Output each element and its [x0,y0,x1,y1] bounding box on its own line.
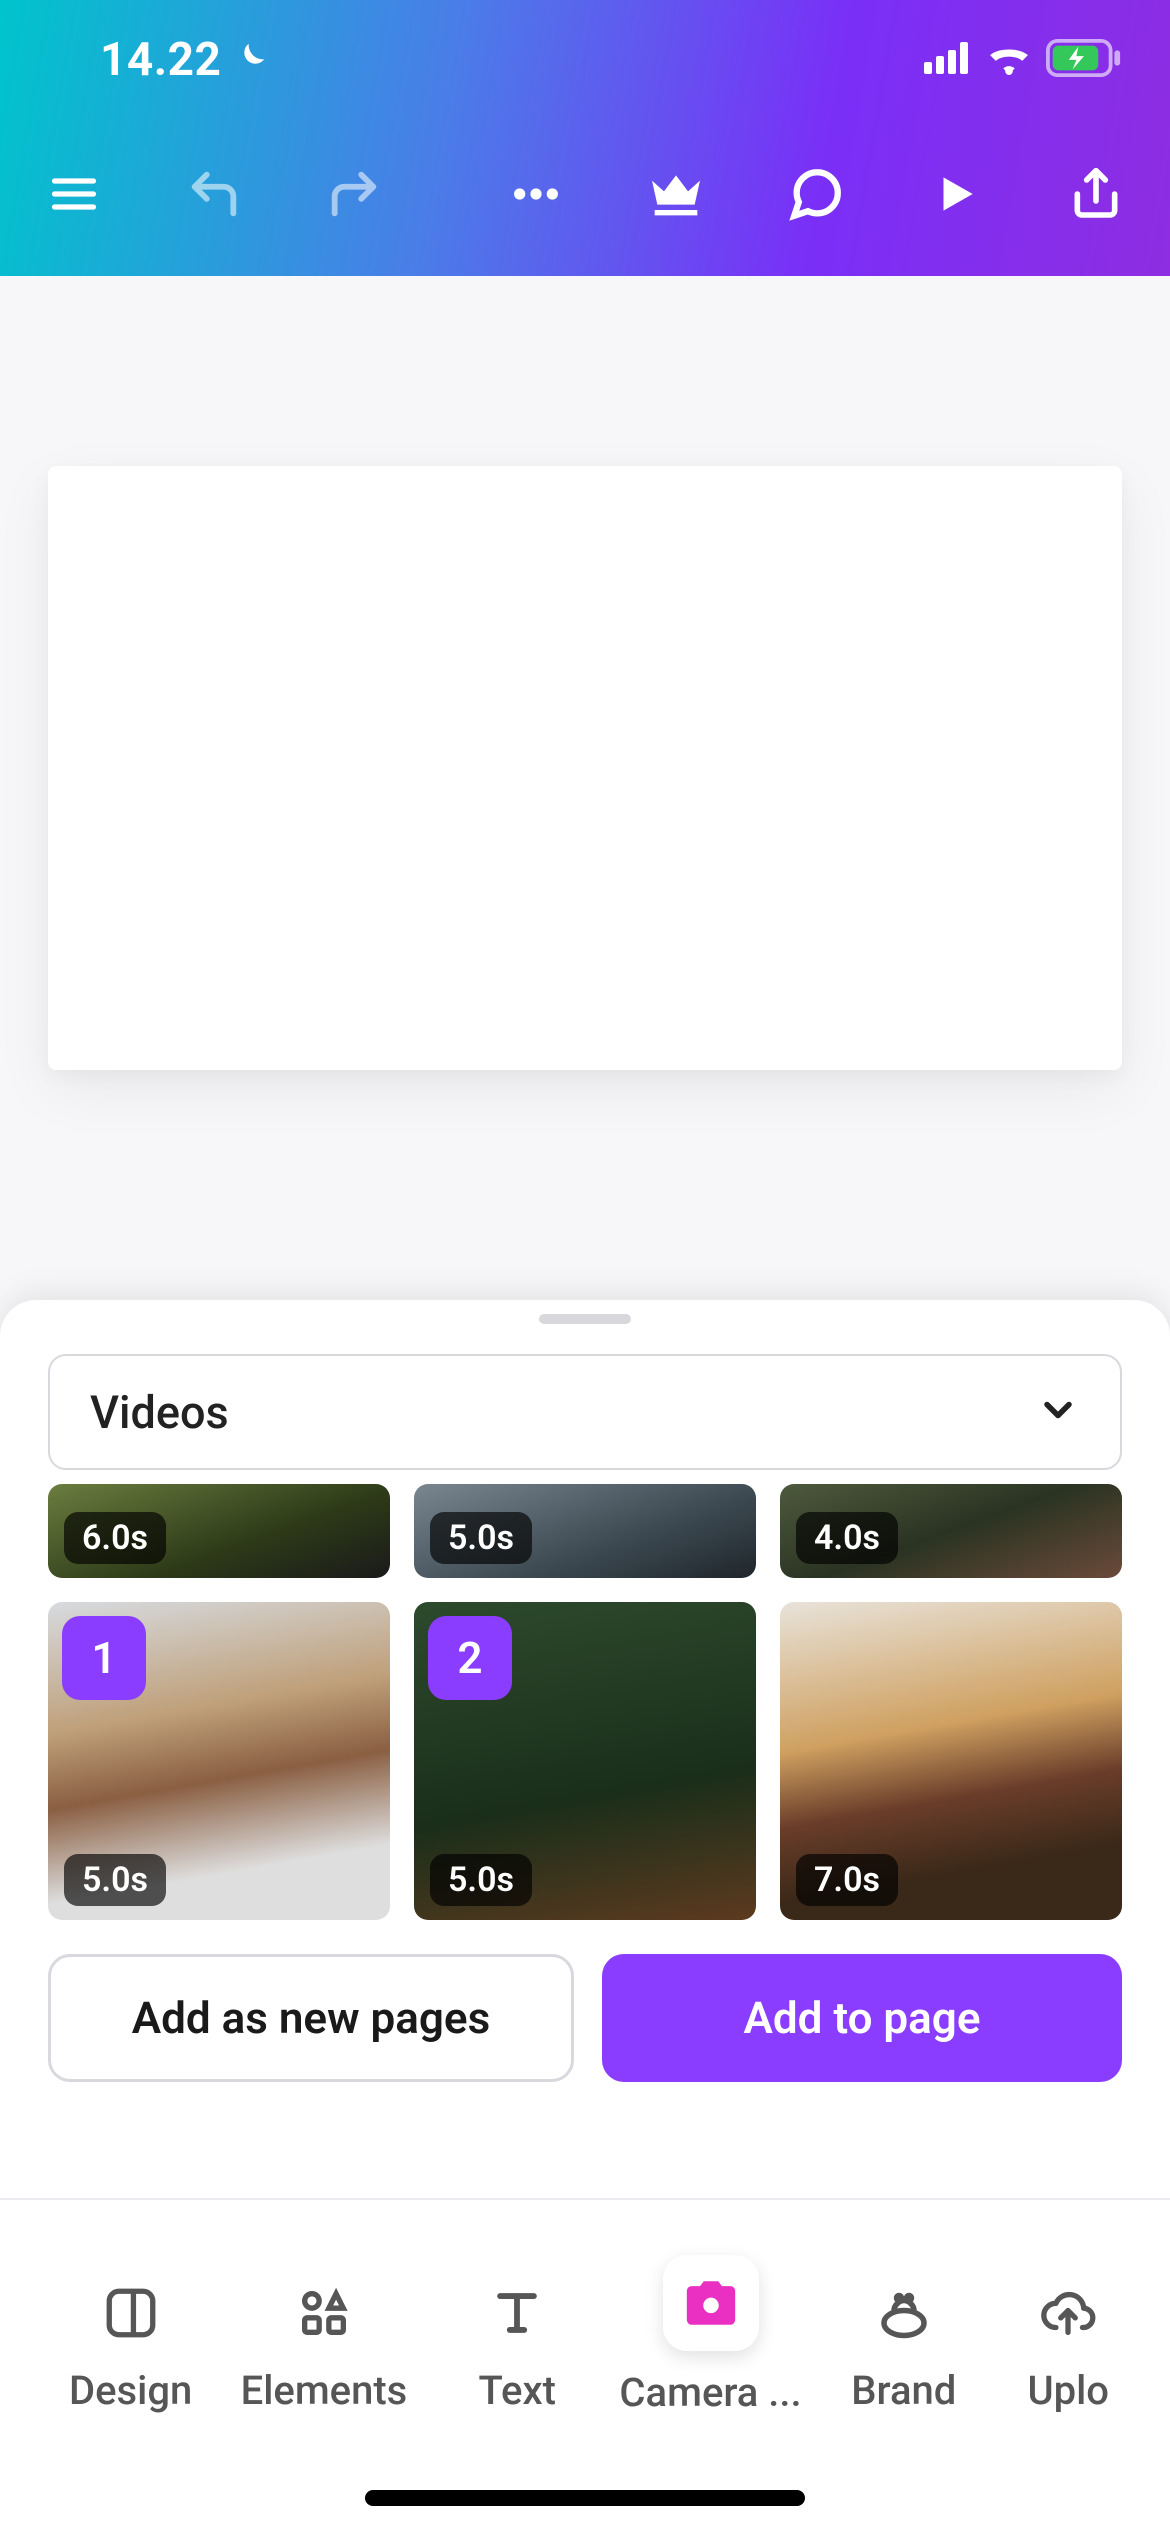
nav-label: Elements [241,2367,408,2414]
comment-button[interactable] [778,156,854,232]
video-thumb[interactable]: 2 5.0s [414,1602,756,1920]
video-duration: 4.0s [796,1512,898,1564]
brand-icon [868,2277,940,2349]
nav-brand[interactable]: Brand [807,2277,1000,2414]
video-duration: 6.0s [64,1512,166,1564]
media-type-dropdown[interactable]: Videos [48,1354,1122,1470]
undo-button[interactable] [176,156,252,232]
menu-button[interactable] [36,156,112,232]
sheet-handle[interactable] [539,1314,631,1324]
video-thumb[interactable]: 4.0s [780,1484,1122,1578]
battery-charging-icon [1046,39,1122,81]
upload-cloud-icon [1032,2277,1104,2349]
play-button[interactable] [918,156,994,232]
top-toolbar [0,120,1170,276]
video-duration: 5.0s [64,1854,166,1906]
nav-label: Camera ... [619,2369,801,2416]
chevron-down-icon [1036,1388,1080,1436]
button-label: Add as new pages [132,1992,490,2044]
action-row: Add as new pages Add to page [48,1954,1122,2082]
app-header: 14.22 [0,0,1170,276]
add-to-page-button[interactable]: Add to page [602,1954,1122,2082]
crown-icon[interactable] [638,156,714,232]
camera-icon [663,2255,759,2351]
video-duration: 5.0s [430,1512,532,1564]
status-bar: 14.22 [0,0,1170,120]
selection-badge: 2 [428,1616,512,1700]
nav-label: Design [69,2367,192,2414]
video-duration: 7.0s [796,1854,898,1906]
more-button[interactable] [498,156,574,232]
dropdown-label: Videos [90,1386,229,1439]
design-icon [95,2277,167,2349]
bottom-nav: Design Elements Text Camera ... [0,2198,1170,2532]
nav-uploads[interactable]: Uplo [1000,2277,1135,2414]
video-duration: 5.0s [430,1854,532,1906]
nav-elements[interactable]: Elements [227,2277,420,2414]
status-time: 14.22 [100,33,221,87]
video-thumb[interactable]: 1 5.0s [48,1602,390,1920]
video-thumb[interactable]: 5.0s [414,1484,756,1578]
wifi-icon [986,41,1032,79]
media-sheet: Videos 6.0s 5.0s 4.0s 1 5.0s 2 5.0s 7.0s [0,1300,1170,2532]
text-icon [481,2277,553,2349]
redo-button[interactable] [316,156,392,232]
add-as-new-pages-button[interactable]: Add as new pages [48,1954,574,2082]
selection-badge: 1 [62,1616,146,1700]
elements-icon [288,2277,360,2349]
video-thumb[interactable]: 6.0s [48,1484,390,1578]
nav-camera-roll[interactable]: Camera ... [614,2275,807,2416]
home-indicator[interactable] [365,2490,805,2506]
nav-label: Brand [851,2367,956,2414]
video-thumb[interactable]: 7.0s [780,1602,1122,1920]
canvas-area [0,276,1170,1316]
nav-text[interactable]: Text [421,2277,614,2414]
cellular-icon [924,41,972,79]
nav-design[interactable]: Design [34,2277,227,2414]
nav-label: Text [479,2367,556,2414]
button-label: Add to page [743,1992,980,2044]
nav-label: Uplo [1027,2367,1109,2414]
design-canvas[interactable] [48,466,1122,1070]
moon-icon [231,39,269,81]
video-grid: 6.0s 5.0s 4.0s 1 5.0s 2 5.0s 7.0s [48,1484,1122,1920]
share-button[interactable] [1058,156,1134,232]
